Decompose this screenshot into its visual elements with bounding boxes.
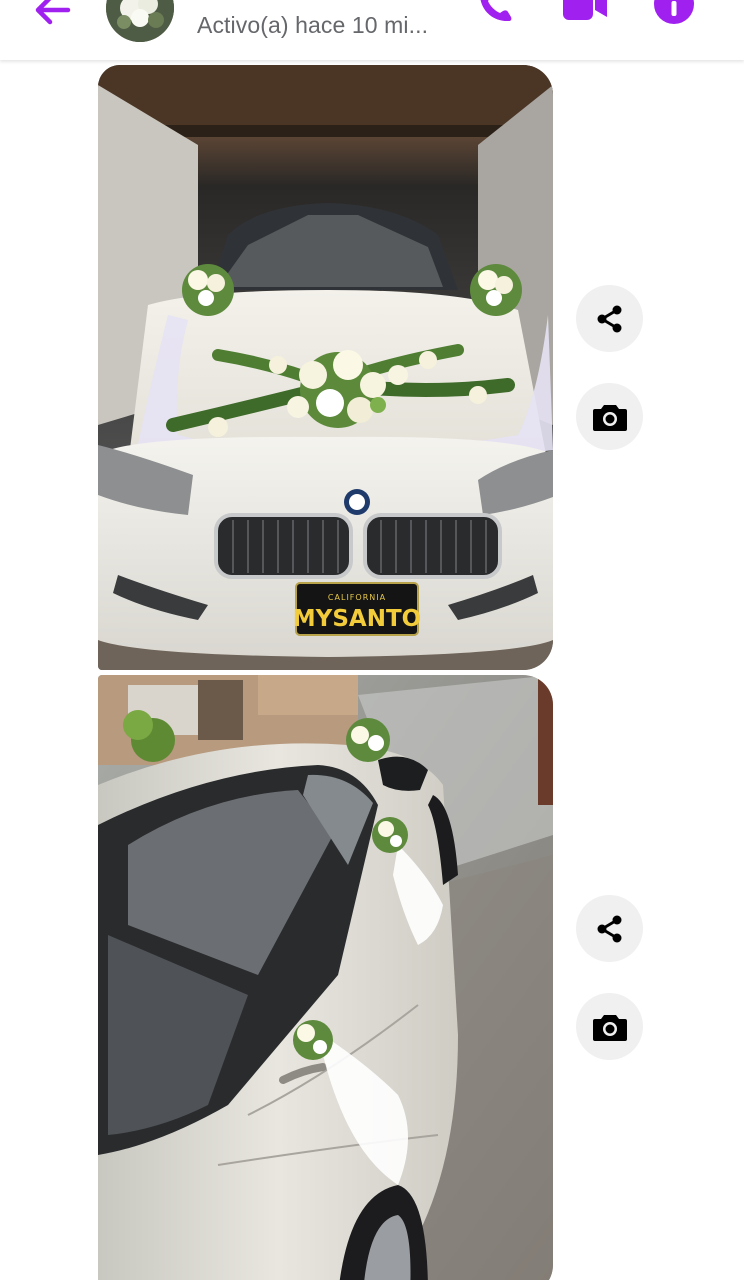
video-camera-icon	[563, 0, 607, 20]
share-button[interactable]	[576, 285, 643, 352]
camera-icon	[592, 1014, 627, 1041]
camera-button[interactable]	[576, 383, 643, 450]
active-status: Activo(a) hace 10 mi...	[197, 12, 429, 38]
car-side-image	[98, 675, 553, 1280]
phone-icon	[480, 0, 512, 22]
back-arrow-icon	[35, 0, 71, 25]
share-button[interactable]	[576, 895, 643, 962]
plate-text: MYSANTO	[293, 606, 421, 632]
photo-message-car-side[interactable]	[98, 675, 553, 1280]
avatar-image	[106, 0, 174, 42]
chat-screen: Activo(a) hace 10 mi... CALIFORNIA MYSAN…	[0, 0, 744, 1280]
info-button[interactable]	[652, 0, 696, 30]
share-icon	[597, 305, 621, 332]
voice-call-button[interactable]	[472, 0, 516, 30]
share-icon	[597, 915, 621, 942]
camera-icon	[592, 404, 627, 431]
info-icon	[654, 0, 694, 24]
camera-button[interactable]	[576, 993, 643, 1060]
plate-state: CALIFORNIA	[328, 593, 386, 602]
video-call-button[interactable]	[561, 0, 607, 30]
avatar[interactable]	[106, 0, 174, 42]
photo-message-car-front[interactable]: CALIFORNIA MYSANTO	[98, 65, 553, 670]
back-button[interactable]	[28, 0, 78, 36]
car-front-image: CALIFORNIA MYSANTO	[98, 65, 553, 670]
chat-header: Activo(a) hace 10 mi...	[0, 0, 744, 60]
